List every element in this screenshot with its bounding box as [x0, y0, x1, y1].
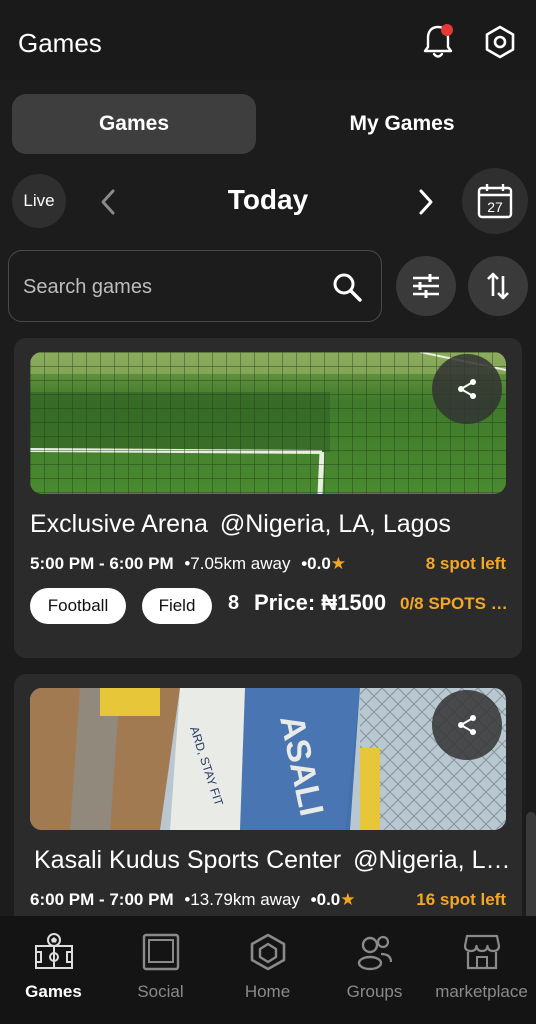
share-button[interactable] [432, 690, 502, 760]
notification-badge [441, 24, 453, 36]
spots-filled: 0/8 SPOTS FILLED [400, 594, 510, 613]
nav-label: marketplace [435, 982, 528, 1001]
settings-icon[interactable] [482, 24, 518, 60]
nav-item-home[interactable]: Home [214, 916, 321, 1024]
game-price: Price: ₦1500 [254, 590, 387, 615]
venue-photo [30, 352, 506, 494]
page-title: Games [18, 28, 102, 58]
nav-item-groups[interactable]: Groups [321, 916, 428, 1024]
player-count: 8 [228, 592, 240, 614]
venue-photo: ARD, STAY FIT ASALI [30, 688, 506, 830]
game-time: 6:00 PM - 7:00 PM [30, 890, 174, 909]
search-icon[interactable] [331, 271, 363, 303]
share-button[interactable] [432, 354, 502, 424]
sport-tag: Football [30, 588, 126, 624]
star-icon: ★ [340, 890, 356, 909]
venue-type-tag: Field [142, 588, 212, 624]
game-time: 5:00 PM - 6:00 PM [30, 554, 174, 573]
nav-item-games[interactable]: Games [0, 916, 107, 1024]
home-icon [250, 933, 286, 971]
venue-location: @Nigeria, LA, Lagos [353, 846, 514, 874]
nav-item-marketplace[interactable]: marketplace [428, 916, 535, 1024]
nav-label: Social [137, 982, 184, 1001]
calendar-day: 27 [487, 199, 503, 215]
star-icon: ★ [330, 554, 347, 573]
venue-location: @Nigeria, LA, Lagos [219, 510, 451, 538]
tab-games[interactable]: Games [12, 94, 256, 154]
search-box [8, 250, 382, 322]
venue-name: Kasali Kudus Sports Center [34, 846, 342, 874]
share-icon [458, 379, 476, 399]
sliders-icon [413, 274, 439, 298]
game-card[interactable]: ARD, STAY FIT ASALI Kasali Kudus Sports … [14, 674, 522, 934]
current-date-label: Today [227, 184, 309, 215]
game-distance: •13.79km away [184, 890, 300, 909]
sort-button[interactable] [468, 256, 528, 316]
calendar-icon: 27 [477, 184, 513, 219]
spots-left: 16 spot left [416, 890, 506, 909]
share-icon [458, 715, 476, 735]
calendar-button[interactable]: 27 [462, 168, 528, 234]
game-tags: Football Field 8 Price: ₦1500 0/8 SPOTS … [30, 588, 510, 624]
tab-my-games[interactable]: My Games [280, 94, 524, 154]
nav-label: Groups [346, 982, 403, 1001]
venue-title: Exclusive Arena @Nigeria, LA, Lagos [30, 510, 510, 539]
sort-arrows-icon [487, 272, 509, 300]
venue-title: Kasali Kudus Sports Center @Nigeria, LA, … [34, 846, 514, 875]
social-icon [142, 933, 180, 971]
nav-label: Games [25, 982, 82, 1001]
nav-label: Home [244, 982, 291, 1001]
game-rating: •0.0 [301, 554, 331, 573]
live-button[interactable]: Live [12, 174, 66, 228]
game-rating: •0.0 [310, 890, 341, 909]
store-icon [463, 934, 501, 970]
search-input[interactable] [23, 271, 323, 303]
game-distance: •7.05km away [184, 554, 291, 573]
bottom-navigation: Games Social Home Groups marketplace [0, 916, 536, 1024]
game-card[interactable]: Exclusive Arena @Nigeria, LA, Lagos 5:00 … [14, 338, 522, 658]
football-field-icon [35, 933, 73, 969]
games-tab-switcher: Games My Games [12, 94, 524, 154]
nav-item-social[interactable]: Social [107, 916, 214, 1024]
spots-left: 8 spot left [425, 554, 506, 573]
top-app-bar: Games [0, 0, 536, 80]
chevron-right-icon[interactable] [412, 184, 440, 220]
chevron-left-icon[interactable] [94, 184, 122, 220]
venue-name: Exclusive Arena [30, 510, 208, 538]
filter-button[interactable] [396, 256, 456, 316]
groups-icon [357, 935, 393, 971]
